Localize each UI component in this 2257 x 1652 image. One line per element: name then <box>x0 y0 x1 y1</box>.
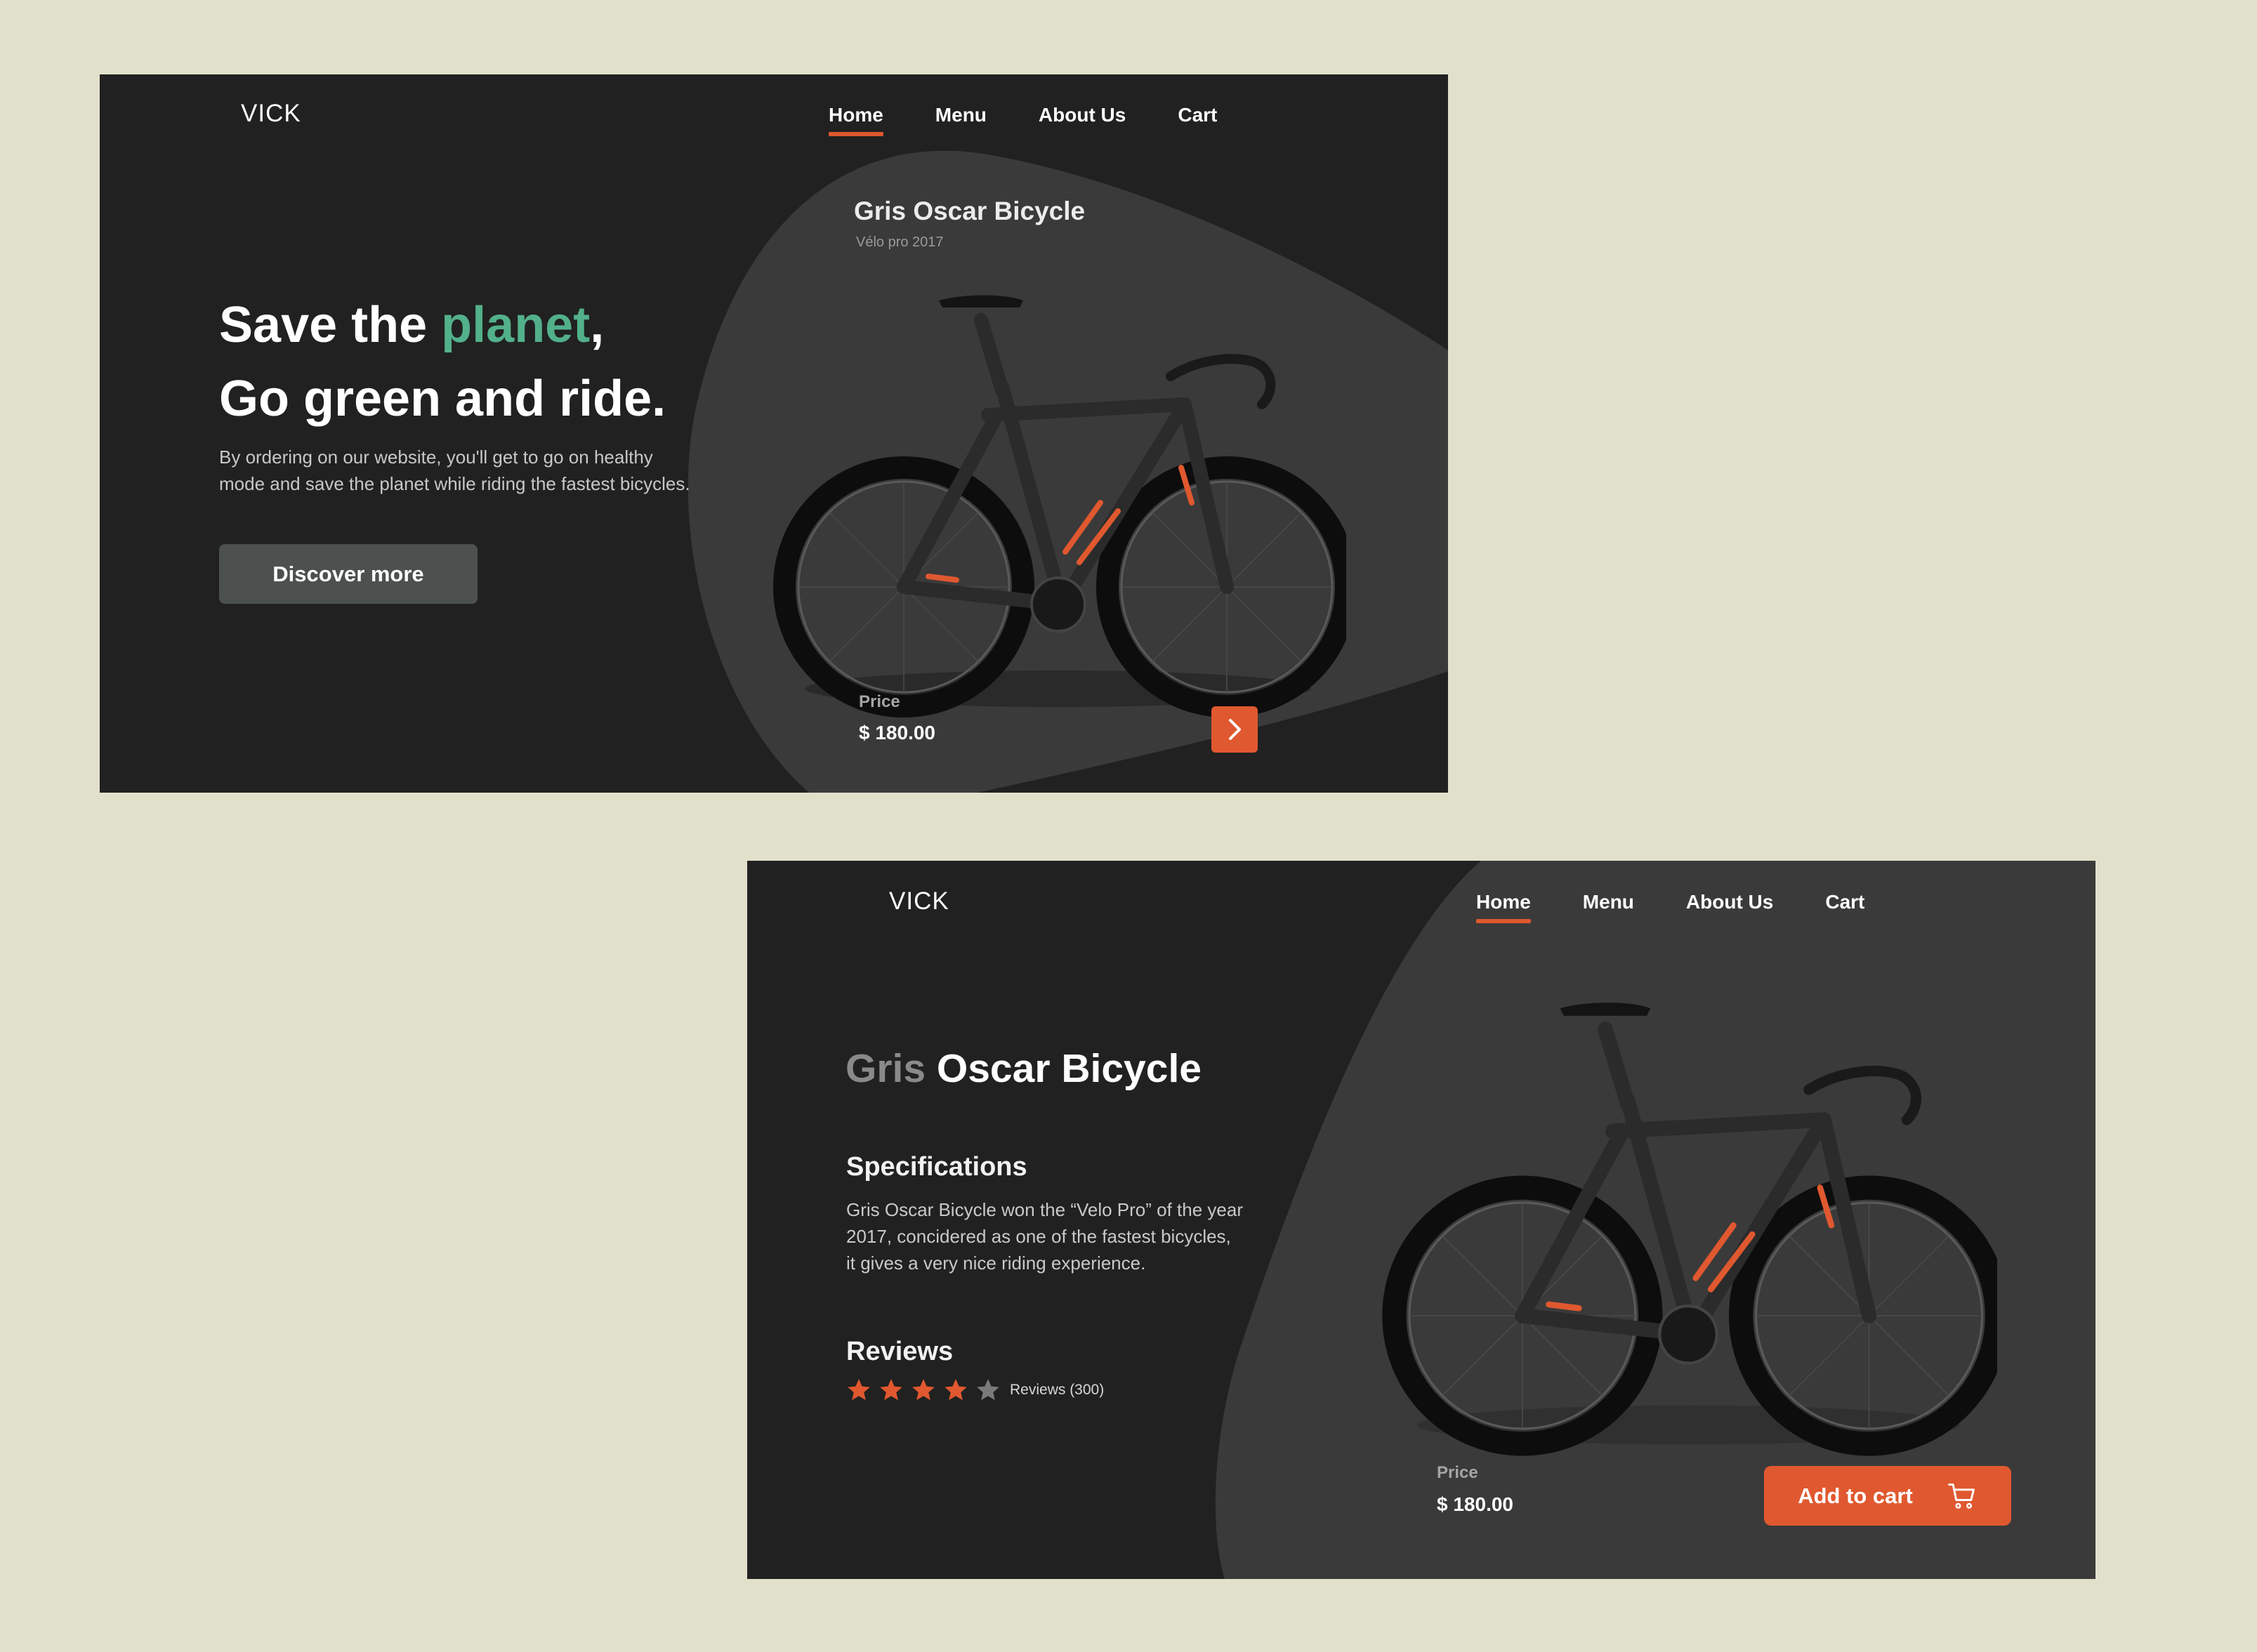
main-nav: Home Menu About Us Cart <box>829 104 1217 136</box>
nav-cart[interactable]: Cart <box>1825 891 1864 923</box>
add-to-cart-button[interactable]: Add to cart <box>1764 1466 2011 1526</box>
star-empty-icon <box>977 1379 999 1401</box>
product-title-main: Oscar Bicycle <box>926 1046 1202 1091</box>
nav-menu[interactable]: Menu <box>1583 891 1634 923</box>
specifications-heading: Specifications <box>846 1152 1027 1182</box>
nav-home[interactable]: Home <box>829 104 883 136</box>
shopping-cart-icon <box>1948 1483 1975 1509</box>
product-card-subtitle: Vélo pro 2017 <box>856 234 944 250</box>
nav-about-us[interactable]: About Us <box>1039 104 1126 136</box>
logo[interactable]: VICK <box>889 887 949 916</box>
star-icon <box>848 1379 870 1401</box>
star-icon <box>945 1379 967 1401</box>
rating-stars: Reviews (300) <box>845 1377 1104 1403</box>
bicycle-image <box>773 295 1346 718</box>
nav-home[interactable]: Home <box>1476 891 1531 923</box>
hero-line2: Go green and ride. <box>219 371 666 427</box>
bicycle-image <box>1382 1003 1997 1456</box>
specifications-text: Gris Oscar Bicycle won the “Velo Pro” of… <box>846 1199 1243 1274</box>
main-nav: Home Menu About Us Cart <box>1476 891 1864 923</box>
price-label: Price <box>859 692 900 711</box>
star-icon <box>912 1379 935 1401</box>
discover-more-button[interactable]: Discover more <box>219 544 478 604</box>
product-title-muted: Gris <box>845 1046 926 1091</box>
nav-cart[interactable]: Cart <box>1178 104 1217 136</box>
hero-description: By ordering on our website, you'll get t… <box>219 447 690 494</box>
nav-menu[interactable]: Menu <box>935 104 987 136</box>
price-value: $ 180.00 <box>1437 1493 1513 1515</box>
hero-headline: Save the planet, Go green and ride. <box>219 289 666 436</box>
product-detail-screen: VICK Home Menu About Us Cart Gris Oscar … <box>747 861 2095 1579</box>
add-to-cart-label: Add to cart <box>1798 1483 1913 1508</box>
reviews-heading: Reviews <box>846 1337 954 1366</box>
landing-screen: VICK Home Menu About Us Cart Save the pl… <box>100 74 1448 793</box>
price-label: Price <box>1437 1463 1478 1482</box>
logo[interactable]: VICK <box>241 100 301 128</box>
price-value: $ 180.00 <box>859 722 935 744</box>
chevron-right-icon <box>1229 719 1241 740</box>
hero-accent-word: planet <box>441 297 591 353</box>
reviews-count[interactable]: Reviews (300) <box>1010 1382 1104 1399</box>
product-title: Gris Oscar Bicycle <box>845 1045 1202 1092</box>
hero-line1-start: Save the <box>219 297 442 353</box>
next-product-button[interactable] <box>1211 706 1258 753</box>
nav-about-us[interactable]: About Us <box>1686 891 1773 923</box>
star-icon <box>880 1379 902 1401</box>
hero-line1-end: , <box>590 297 605 353</box>
product-card-title: Gris Oscar Bicycle <box>854 197 1086 225</box>
